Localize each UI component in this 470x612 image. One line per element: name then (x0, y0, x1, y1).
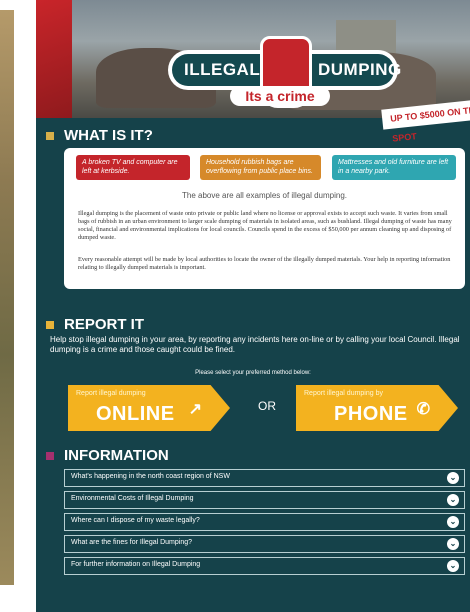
chevron-down-icon[interactable]: ⌄ (447, 516, 459, 528)
chevron-down-icon[interactable]: ⌄ (447, 494, 459, 506)
background-photo-strip (0, 10, 14, 585)
section-bullet-icon (46, 451, 54, 460)
phone-icon: ✆ (416, 401, 430, 418)
logo-word-left: ILLEGAL (184, 60, 261, 79)
section-title: REPORT IT (64, 316, 145, 333)
info-item-label: Environmental Costs of Illegal Dumping (71, 495, 194, 502)
report-online-button[interactable]: Report illegal dumping ONLINE ↗ (68, 385, 230, 431)
example-tag-mattress: Mattresses and old furniture are left in… (332, 155, 456, 180)
what-is-it-heading: WHAT IS IT? (46, 127, 153, 144)
left-margin (0, 0, 36, 612)
hero-banner: ILLEGAL DUMPING Its a crime (36, 0, 470, 118)
info-item-label: What are the fines for Illegal Dumping? (71, 539, 193, 546)
information-heading: INFORMATION (46, 447, 169, 464)
chevron-down-icon[interactable]: ⌄ (447, 538, 459, 550)
info-item-fines[interactable]: What are the fines for Illegal Dumping? … (64, 535, 465, 553)
info-item-label: What's happening in the north coast regi… (71, 473, 230, 480)
chevron-down-icon[interactable]: ⌄ (447, 472, 459, 484)
report-phone-caption: Report illegal dumping by (304, 390, 383, 397)
select-method-prompt: Please select your preferred method belo… (195, 370, 311, 376)
info-item-environmental-costs[interactable]: Environmental Costs of Illegal Dumping ⌄ (64, 491, 465, 509)
info-item-dispose-waste[interactable]: Where can I dispose of my waste legally?… (64, 513, 465, 531)
example-tag-rubbish: Household rubbish bags are overflowing f… (200, 155, 321, 180)
info-item-north-coast[interactable]: What's happening in the north coast regi… (64, 469, 465, 487)
report-online-caption: Report illegal dumping (76, 390, 146, 397)
info-item-label: Where can I dispose of my waste legally? (71, 517, 200, 524)
section-bullet-icon (46, 131, 54, 140)
main-panel: ILLEGAL DUMPING Its a crime UP TO $5000 … (36, 0, 470, 612)
section-bullet-icon (46, 320, 54, 329)
report-phone-button[interactable]: Report illegal dumping by PHONE ✆ (296, 385, 458, 431)
information-accordion: What's happening in the north coast regi… (64, 469, 465, 579)
report-it-heading: REPORT IT (46, 316, 144, 333)
illegal-dumping-logo: ILLEGAL DUMPING Its a crime (168, 36, 403, 110)
logo-word-right: DUMPING (318, 60, 402, 79)
section-title: WHAT IS IT? (64, 127, 153, 144)
or-separator: OR (258, 399, 276, 413)
examples-caption: The above are all examples of illegal du… (182, 191, 347, 200)
info-item-label: For further information on Illegal Dumpi… (71, 561, 201, 568)
logo-tagline: Its a crime (230, 86, 330, 106)
info-item-further-information[interactable]: For further information on Illegal Dumpi… (64, 557, 465, 575)
chevron-down-icon[interactable]: ⌄ (447, 560, 459, 572)
reporting-paragraph: Every reasonable attempt will be made by… (78, 256, 451, 271)
report-online-label: ONLINE (96, 403, 175, 425)
report-phone-label: PHONE (334, 403, 408, 425)
what-is-it-card: A broken TV and computer are left at ker… (64, 148, 465, 289)
hero-red-corner (36, 0, 72, 118)
arrow-up-right-icon: ↗ (188, 401, 202, 418)
section-title: INFORMATION (64, 447, 169, 464)
report-description: Help stop illegal dumping in your area, … (50, 335, 460, 354)
example-tag-tv: A broken TV and computer are left at ker… (76, 155, 190, 180)
definition-paragraph: Illegal dumping is the placement of wast… (78, 210, 452, 241)
